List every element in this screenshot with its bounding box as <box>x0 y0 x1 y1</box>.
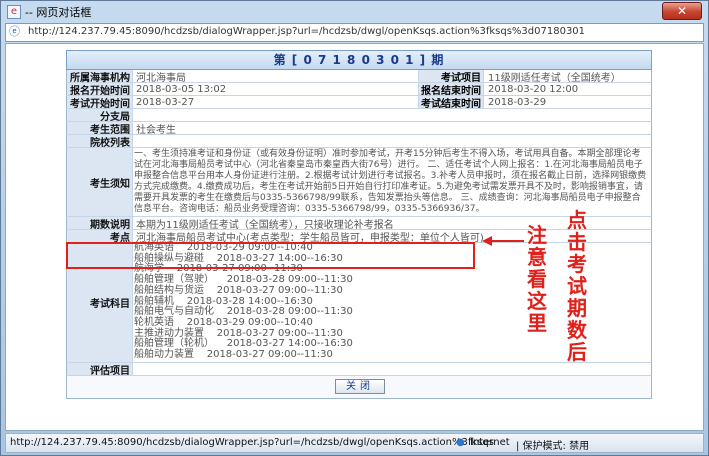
dialog-window: e -- 网页对话框 ✕ ⓔ http://124.237.79.45:8090… <box>0 0 709 456</box>
close-button[interactable]: 关闭 <box>335 379 385 394</box>
signup-start-label: 报名开始时间 <box>67 83 133 97</box>
signup-start-value: 2018-03-05 13:02 <box>136 83 227 95</box>
exam-end-value: 2018-03-29 <box>488 96 547 108</box>
scope-label: 考生范围 <box>67 122 133 136</box>
exam-period-form: 第 [ 0 7 1 8 0 3 0 1 ] 期 所属海事机构 河北海事局 考试项… <box>66 50 652 399</box>
exam-end-label: 考试结束时间 <box>418 96 484 110</box>
address-bar: ⓔ http://124.237.79.45:8090/hcdzsb/dialo… <box>5 23 704 42</box>
item-label: 考试项目 <box>418 70 484 84</box>
site-label: 考点 <box>67 230 133 244</box>
scope-value: 社会考生 <box>136 124 176 136</box>
status-zone: Internet <box>470 437 510 448</box>
row-eval: 评估项目 <box>66 363 652 377</box>
arrow-left-icon <box>482 236 524 246</box>
row-org: 所属海事机构 河北海事局 考试项目 11级刚适任考试（全国统考） <box>66 70 652 84</box>
notice-label: 考生须知 <box>67 148 133 216</box>
period-value: 本期为11级刚适任考试（全国统考），只接收理论补考报名 <box>136 219 394 231</box>
globe-icon: ● <box>456 437 465 448</box>
title-bar[interactable]: e -- 网页对话框 ✕ <box>1 1 708 23</box>
status-protected-mode: | 保护模式: 禁用 <box>516 441 590 452</box>
eval-label: 评估项目 <box>67 363 133 377</box>
ie-page-icon: e <box>7 5 21 19</box>
school-value <box>134 135 136 147</box>
signup-end-label: 报名结束时间 <box>418 83 484 97</box>
status-url: http://124.237.79.45:8090/hcdzsb/dialogW… <box>10 437 494 448</box>
org-label: 所属海事机构 <box>67 70 133 84</box>
page-content: 第 [ 0 7 1 8 0 3 0 1 ] 期 所属海事机构 河北海事局 考试项… <box>5 43 704 431</box>
address-url: http://124.237.79.45:8090/hcdzsb/dialogW… <box>28 26 586 37</box>
status-bar: http://124.237.79.45:8090/hcdzsb/dialogW… <box>5 433 704 453</box>
annotation-click-period: 点击考试期数后 <box>567 208 587 364</box>
site-value: 河北海事局船员考试中心(考点类型：学生船员皆可，申报类型：单位个人皆可) <box>136 232 484 244</box>
branch-label: 分支局 <box>67 109 133 123</box>
org-value: 河北海事局 <box>136 72 186 84</box>
exam-start-label: 考试开始时间 <box>67 96 133 110</box>
row-school: 院校列表 <box>66 135 652 149</box>
eval-value <box>134 363 136 375</box>
window-title: -- 网页对话框 <box>25 6 92 19</box>
school-label: 院校列表 <box>67 135 133 149</box>
close-window-button[interactable]: ✕ <box>662 2 702 20</box>
notice-text: 一、考生须持准考证和身份证（或有效身份证明）准时参加考试，开考15分钟后考生不得… <box>134 149 647 214</box>
exam-start-value: 2018-03-27 <box>136 96 195 108</box>
period-header: 第 [ 0 7 1 8 0 3 0 1 ] 期 <box>66 50 652 70</box>
button-row: 关闭 <box>66 376 652 399</box>
branch-value <box>134 109 136 121</box>
signup-end-value: 2018-03-20 12:00 <box>488 83 579 95</box>
highlight-box <box>66 242 475 269</box>
row-notice: 考生须知 一、考生须持准考证和身份证（或有效身份证明）准时参加考试，开考15分钟… <box>66 148 652 217</box>
annotation-look-here: 注意看这里 <box>527 223 547 335</box>
row-exam-dates: 考试开始时间 2018-03-27 考试结束时间 2018-03-29 <box>66 96 652 110</box>
ie-logo-icon: ⓔ <box>9 25 20 38</box>
row-signup: 报名开始时间 2018-03-05 13:02 报名结束时间 2018-03-2… <box>66 83 652 97</box>
row-scope: 考生范围 社会考生 <box>66 122 652 136</box>
subject-item: 船舶动力装置 2018-03-27 09:00--11:30 <box>134 349 333 361</box>
period-label: 期数说明 <box>67 217 133 231</box>
subject-item: 船舶结构与货运 2018-03-27 09:00--11:30 <box>134 284 343 296</box>
item-value: 11级刚适任考试（全国统考） <box>488 72 621 84</box>
